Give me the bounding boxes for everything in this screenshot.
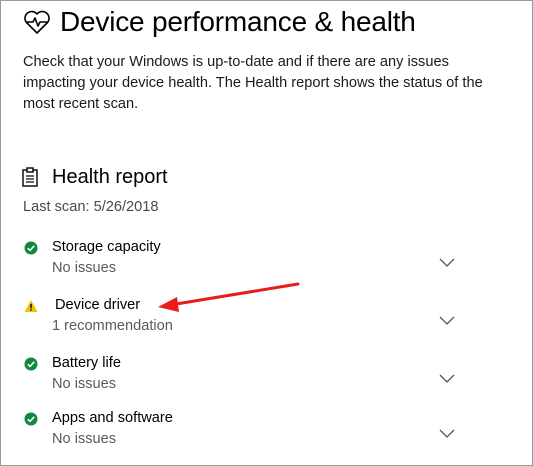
chevron-down-icon[interactable] bbox=[439, 258, 455, 268]
health-item-status: No issues bbox=[52, 431, 117, 447]
clipboard-icon bbox=[22, 167, 38, 187]
last-scan-label: Last scan: 5/26/2018 bbox=[23, 199, 159, 215]
health-item-status: 1 recommendation bbox=[52, 318, 173, 334]
checkmark-status-icon bbox=[24, 412, 38, 426]
chevron-down-icon[interactable] bbox=[439, 316, 455, 326]
checkmark-status-icon bbox=[24, 357, 38, 371]
health-report-header: Health report bbox=[22, 164, 168, 190]
chevron-down-icon[interactable] bbox=[439, 429, 455, 439]
health-item-name: Battery life bbox=[52, 355, 121, 371]
health-item-status: No issues bbox=[52, 376, 117, 392]
health-item-status: No issues bbox=[52, 260, 117, 276]
health-item-name: Device driver bbox=[55, 297, 141, 313]
page-title: Device performance & health bbox=[60, 6, 416, 37]
page-description: Check that your Windows is up-to-date an… bbox=[23, 54, 483, 112]
heart-pulse-icon bbox=[24, 10, 50, 34]
warning-status-icon bbox=[24, 300, 38, 312]
health-report-title: Health report bbox=[52, 166, 168, 188]
chevron-down-icon[interactable] bbox=[439, 374, 455, 384]
checkmark-status-icon bbox=[24, 241, 38, 255]
health-item-name: Apps and software bbox=[52, 410, 173, 426]
page-header: Device performance & health bbox=[22, 4, 416, 40]
health-item-name: Storage capacity bbox=[52, 239, 161, 255]
